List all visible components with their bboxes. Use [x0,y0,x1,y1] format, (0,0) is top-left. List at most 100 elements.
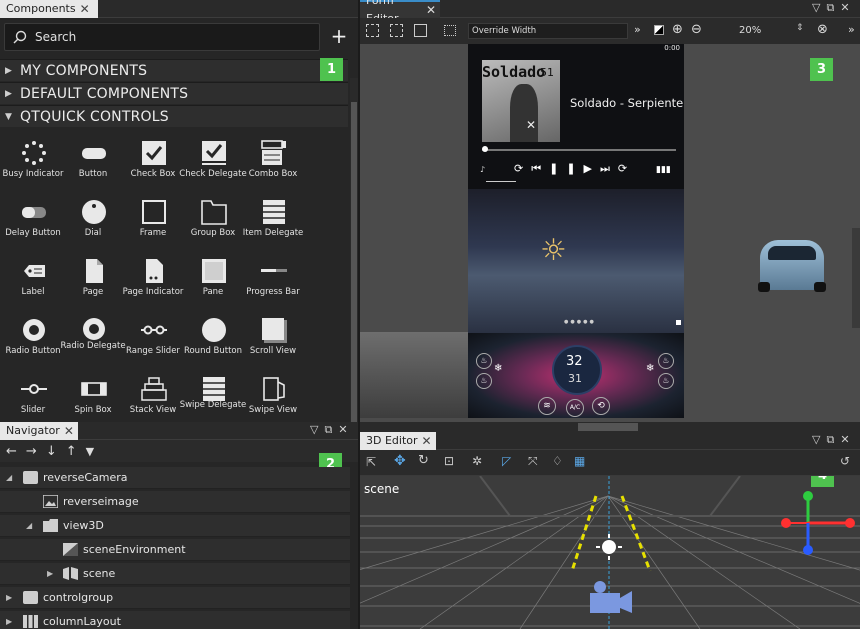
control-stack-view[interactable]: Stack View [123,372,183,422]
ac-button[interactable]: A/C [566,399,584,417]
arrow-up-icon[interactable]: ↑ [66,444,77,459]
zoom-fit-icon[interactable]: ⊗ [817,22,828,37]
form-hscrollbar[interactable] [360,422,860,432]
control-check-delegate[interactable]: Check Delegate [179,136,247,194]
camera-perspective-icon[interactable]: ◸ [502,454,511,468]
scrollbar-handle[interactable] [351,102,357,422]
components-scrollbar[interactable] [350,78,358,422]
navigator-item[interactable]: ▶ scene [0,563,350,585]
form-scrollbar[interactable] [852,228,860,328]
close-icon[interactable]: ✕ [64,422,74,440]
close-icon[interactable]: ✕ [338,423,347,437]
show-boundaries-icon[interactable] [444,25,456,36]
snap-margin-icon[interactable] [414,24,427,37]
scale-icon[interactable]: ⊡ [444,454,454,468]
viewport-3d[interactable]: scene 4 [360,476,860,629]
override-width-field[interactable]: Override Width [468,23,628,39]
equalizer-icon[interactable]: ▮▮▮ [656,165,671,175]
rotate-icon[interactable]: ↻ [418,453,429,468]
track-progress[interactable] [482,149,676,151]
fit-selected-icon[interactable]: ✲ [472,454,482,468]
chevron-updown-icon[interactable]: ⇕ [796,23,804,33]
control-label-item[interactable]: Label [3,254,63,312]
form-editor-tab[interactable]: Form Editor ✕ [360,0,440,25]
select-icon[interactable]: ⇱ [366,455,376,469]
navigator-tab[interactable]: Navigator ✕ [0,422,78,440]
seat-heat-right-icon[interactable]: ♨ [658,353,674,369]
recirculate-icon[interactable]: ⟲ [592,397,610,415]
snowflake-icon[interactable]: ❄ [494,363,502,374]
zoom-out-icon[interactable]: ⊖ [691,22,702,37]
control-busy-indicator[interactable]: Busy Indicator [3,136,63,194]
camera-gizmo-icon[interactable] [586,580,634,614]
section-qtquick-controls[interactable]: ▼ QTQUICK CONTROLS [0,105,348,127]
control-page[interactable]: Page [63,254,123,312]
navigator-item[interactable]: reverseimage [0,491,350,513]
section-my-components[interactable]: ▶ MY COMPONENTS [0,59,348,81]
player-controls[interactable]: ⟳⏮❚❚▶⏭⟳ [514,162,635,176]
control-dial[interactable]: Dial [63,195,123,253]
light-gizmo-icon[interactable] [596,534,622,560]
search-input[interactable]: Search [4,23,320,51]
control-progress-bar[interactable]: Progress Bar [243,254,303,312]
reset-view-icon[interactable]: ↺ [840,454,850,468]
seat-cool-icon[interactable]: ♨ [476,373,492,389]
snap-icon[interactable] [366,24,379,37]
snap-anchor-icon[interactable] [390,24,403,37]
scrollbar-handle[interactable] [578,423,638,431]
control-scroll-view[interactable]: Scroll View [243,313,303,371]
volume-icon[interactable]: ♪ [480,165,485,174]
control-page-indicator[interactable]: Page Indicator [123,254,183,312]
track-progress-handle[interactable] [482,146,488,152]
zoom-in-icon[interactable]: ⊕ [672,22,683,37]
close-icon[interactable]: ✕ [422,432,432,450]
control-pane[interactable]: Pane [183,254,243,312]
control-radio-delegate[interactable]: Radio Delegate [60,313,126,371]
grid-icon[interactable]: ▦ [574,454,585,468]
arrow-right-icon[interactable]: → [26,444,37,459]
add-component-button[interactable]: + [328,26,350,48]
arrow-down-icon[interactable]: ↓ [46,444,57,459]
close-icon[interactable]: ✕ [426,1,436,19]
car-model[interactable] [754,234,830,296]
float-icon[interactable]: ⧉ [826,433,834,447]
control-combo-box[interactable]: Combo Box [243,136,303,194]
light-icon[interactable]: ♢ [552,454,563,468]
collapse-icon[interactable]: ▽ [812,433,820,447]
control-range-slider[interactable]: Range Slider [123,313,183,371]
snowflake-right-icon[interactable]: ❄ [646,363,654,374]
move-icon[interactable]: ✥ [394,453,406,469]
seat-heat-icon[interactable]: ♨ [476,353,492,369]
float-icon[interactable]: ⧉ [324,423,332,437]
axis-gizmo-icon[interactable] [778,490,856,556]
defrost-front-icon[interactable]: ≋ [538,397,556,415]
editor3d-tab[interactable]: 3D Editor ✕ [360,432,436,450]
close-icon[interactable]: ✕ [840,1,849,15]
filter-icon[interactable]: ▼ [86,445,94,458]
control-swipe-view[interactable]: Swipe View [243,372,303,422]
section-default-components[interactable]: ▶ DEFAULT COMPONENTS [0,82,348,104]
close-icon[interactable]: ✕ [80,0,90,18]
collapse-icon[interactable]: ▽ [310,423,318,437]
zoom-select[interactable]: 20% [712,23,802,39]
collapse-icon[interactable]: ▽ [812,1,820,15]
navigator-item[interactable]: ▶ controlgroup [0,587,350,609]
seat-cool-right-icon[interactable]: ♨ [658,373,674,389]
app-preview[interactable]: 0:00 Soldado 51 ✕ Soldado - Serpiente ♪ … [468,44,684,418]
control-group-box[interactable]: Group Box [183,195,243,253]
components-tab[interactable]: Components ✕ [0,0,98,18]
background-color-icon[interactable] [654,25,664,35]
more-icon[interactable]: » [848,23,855,36]
control-item-delegate[interactable]: Item Delegate [243,195,303,253]
more-icon[interactable]: » [634,23,641,36]
temperature-dial[interactable]: 32 31 [552,345,602,395]
control-check-box[interactable]: Check Box [123,136,183,194]
control-delay-button[interactable]: Delay Button [3,195,63,253]
float-icon[interactable]: ⧉ [826,1,834,15]
resize-handle[interactable] [676,320,681,325]
orientation-icon[interactable]: ⤧ [528,454,538,469]
navigator-item[interactable]: ▶ columnLayout [0,611,350,629]
control-round-button[interactable]: Round Button [183,313,243,371]
navigator-item[interactable]: ◢ view3D [0,515,350,537]
navigator-item[interactable]: ◢ reverseCamera [0,467,350,489]
